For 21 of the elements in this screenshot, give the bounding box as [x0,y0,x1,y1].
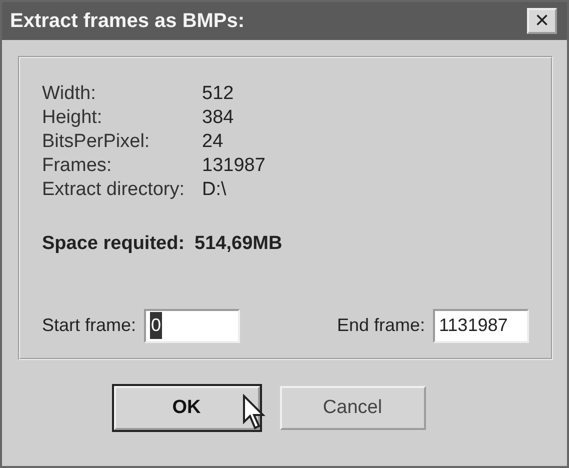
field-value: D:\ [202,178,226,202]
field-value: 384 [202,106,234,130]
space-value: 514,69MB [194,232,282,256]
field-label: Height: [42,106,104,130]
mouse-pointer-icon [242,394,266,430]
window-title: Extract frames as BMPs: [10,9,245,34]
field-label: Frames: [42,154,113,178]
field-value: 131987 [202,154,266,178]
space-label: Space requited: [42,232,185,256]
input-field[interactable]: 1131987 [433,308,529,342]
field-label: Width: [42,82,97,106]
field-label: Extract directory: [42,178,186,202]
ok-button[interactable]: OK [114,386,260,430]
field-value: 512 [202,82,234,106]
field-label: End frame: [336,314,425,337]
field-label: Start frame: [42,314,136,337]
close-button[interactable]: × [527,8,557,34]
cancel-button[interactable]: Cancel [280,386,426,430]
field-value: 24 [202,130,224,154]
field-label: BitsPerPixel: [42,130,151,154]
input-field[interactable]: 0 [144,308,240,342]
